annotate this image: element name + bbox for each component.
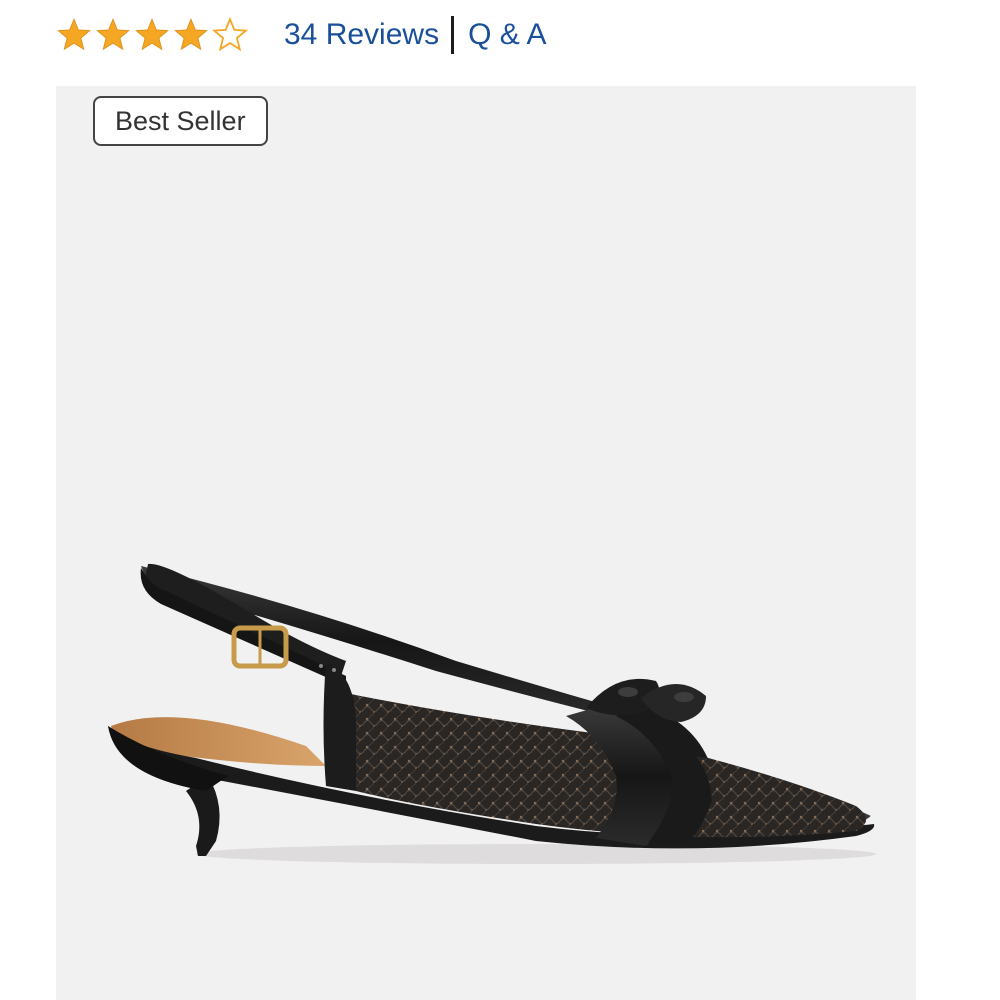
star-empty-icon (212, 17, 248, 52)
product-shoe-image (108, 563, 876, 864)
product-image[interactable]: Best Seller (56, 86, 916, 1000)
star-filled-icon (135, 18, 169, 51)
rating-bar: 34 Reviews Q & A (56, 10, 546, 60)
best-seller-badge: Best Seller (93, 96, 268, 146)
reviews-link[interactable]: 34 Reviews (284, 18, 439, 52)
star-filled-icon (57, 18, 91, 51)
divider (451, 16, 455, 54)
star-filled-icon (96, 18, 130, 51)
star-filled-icon (174, 18, 208, 51)
star-rating[interactable] (56, 17, 248, 53)
qa-link[interactable]: Q & A (468, 18, 546, 52)
